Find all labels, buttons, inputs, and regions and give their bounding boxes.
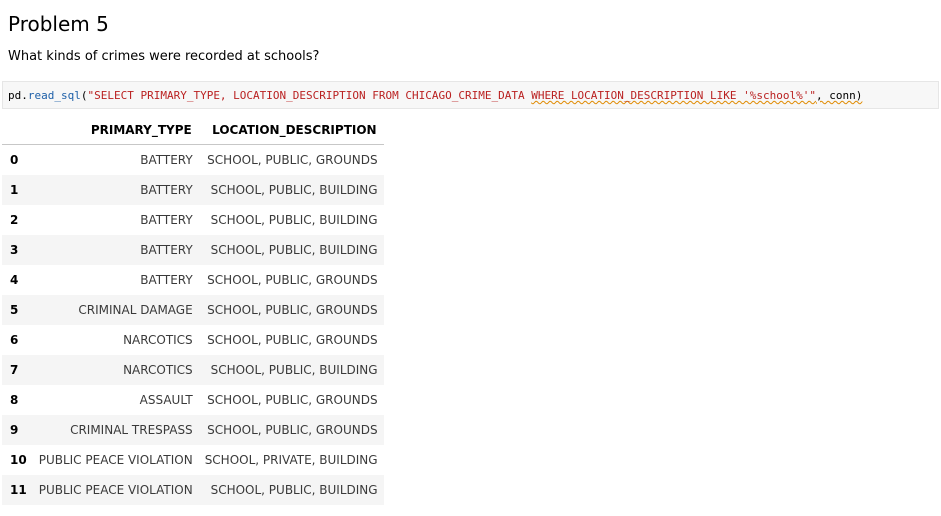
- code-function: read_sql: [27, 89, 81, 102]
- cell-location-description: SCHOOL, PUBLIC, GROUNDS: [207, 333, 378, 347]
- row-index: 3: [10, 243, 19, 257]
- table-row: 10 PUBLIC PEACE VIOLATION SCHOOL, PRIVAT…: [2, 445, 384, 475]
- cell-primary-type: PUBLIC PEACE VIOLATION: [38, 453, 193, 467]
- row-index: 11: [10, 483, 27, 497]
- table-row: 11 PUBLIC PEACE VIOLATION SCHOOL, PUBLIC…: [2, 475, 384, 505]
- cell-primary-type: BATTERY: [140, 213, 193, 227]
- cell-location-description: SCHOOL, PUBLIC, GROUNDS: [207, 273, 378, 287]
- row-index: 8: [10, 393, 19, 407]
- row-index: 9: [10, 423, 19, 437]
- cell-primary-type: NARCOTICS: [123, 363, 193, 377]
- row-index: 5: [10, 303, 19, 317]
- cell-primary-type: CRIMINAL DAMAGE: [78, 303, 193, 317]
- cell-primary-type: BATTERY: [140, 183, 193, 197]
- column-header-primary-type: PRIMARY_TYPE: [32, 116, 199, 145]
- cell-location-description: SCHOOL, PUBLIC, GROUNDS: [207, 153, 378, 167]
- row-index: 1: [10, 183, 19, 197]
- cell-location-description: SCHOOL, PUBLIC, GROUNDS: [207, 303, 378, 317]
- table-row: 0 BATTERY SCHOOL, PUBLIC, GROUNDS: [2, 145, 384, 176]
- cell-location-description: SCHOOL, PUBLIC, BUILDING: [210, 363, 378, 377]
- table-row: 6 NARCOTICS SCHOOL, PUBLIC, GROUNDS: [2, 325, 384, 355]
- cell-primary-type: PUBLIC PEACE VIOLATION: [38, 483, 193, 497]
- row-index: 4: [10, 273, 19, 287]
- code-cell[interactable]: pd.read_sql("SELECT PRIMARY_TYPE, LOCATI…: [2, 81, 939, 109]
- cell-primary-type: NARCOTICS: [123, 333, 193, 347]
- table-header-row: PRIMARY_TYPE LOCATION_DESCRIPTION: [2, 116, 384, 145]
- cell-location-description: SCHOOL, PRIVATE, BUILDING: [204, 453, 378, 467]
- code-sql-where: WHERE LOCATION_DESCRIPTION LIKE '%school…: [531, 89, 816, 102]
- table-row: 7 NARCOTICS SCHOOL, PUBLIC, BUILDING: [2, 355, 384, 385]
- table-row: 4 BATTERY SCHOOL, PUBLIC, GROUNDS: [2, 265, 384, 295]
- cell-primary-type: BATTERY: [140, 153, 193, 167]
- row-index: 0: [10, 153, 19, 167]
- cell-primary-type: CRIMINAL TRESPASS: [70, 423, 193, 437]
- cell-primary-type: ASSAULT: [139, 393, 193, 407]
- table-row: 9 CRIMINAL TRESPASS SCHOOL, PUBLIC, GROU…: [2, 415, 384, 445]
- cell-location-description: SCHOOL, PUBLIC, BUILDING: [210, 243, 378, 257]
- cell-location-description: SCHOOL, PUBLIC, BUILDING: [210, 213, 378, 227]
- table-row: 3 BATTERY SCHOOL, PUBLIC, BUILDING: [2, 235, 384, 265]
- table-row: 5 CRIMINAL DAMAGE SCHOOL, PUBLIC, GROUND…: [2, 295, 384, 325]
- page-title: Problem 5: [8, 12, 109, 36]
- row-index: 2: [10, 213, 19, 227]
- row-index: 7: [10, 363, 19, 377]
- cell-location-description: SCHOOL, PUBLIC, GROUNDS: [207, 393, 378, 407]
- code-sql-select: "SELECT PRIMARY_TYPE, LOCATION_DESCRIPTI…: [87, 89, 532, 102]
- row-index: 10: [10, 453, 27, 467]
- code-object: pd.: [8, 89, 28, 102]
- table-row: 1 BATTERY SCHOOL, PUBLIC, BUILDING: [2, 175, 384, 205]
- table-row: 8 ASSAULT SCHOOL, PUBLIC, GROUNDS: [2, 385, 384, 415]
- cell-primary-type: BATTERY: [140, 243, 193, 257]
- index-header: [2, 116, 33, 145]
- row-index: 6: [10, 333, 19, 347]
- results-table: PRIMARY_TYPE LOCATION_DESCRIPTION 0 BATT…: [2, 116, 384, 505]
- cell-primary-type: BATTERY: [140, 273, 193, 287]
- cell-location-description: SCHOOL, PUBLIC, BUILDING: [210, 483, 378, 497]
- column-header-location-description: LOCATION_DESCRIPTION: [198, 116, 384, 145]
- question-text: What kinds of crimes were recorded at sc…: [8, 49, 320, 64]
- cell-location-description: SCHOOL, PUBLIC, GROUNDS: [207, 423, 378, 437]
- code-tail: , conn): [815, 89, 863, 102]
- table-row: 2 BATTERY SCHOOL, PUBLIC, BUILDING: [2, 205, 384, 235]
- cell-location-description: SCHOOL, PUBLIC, BUILDING: [210, 183, 378, 197]
